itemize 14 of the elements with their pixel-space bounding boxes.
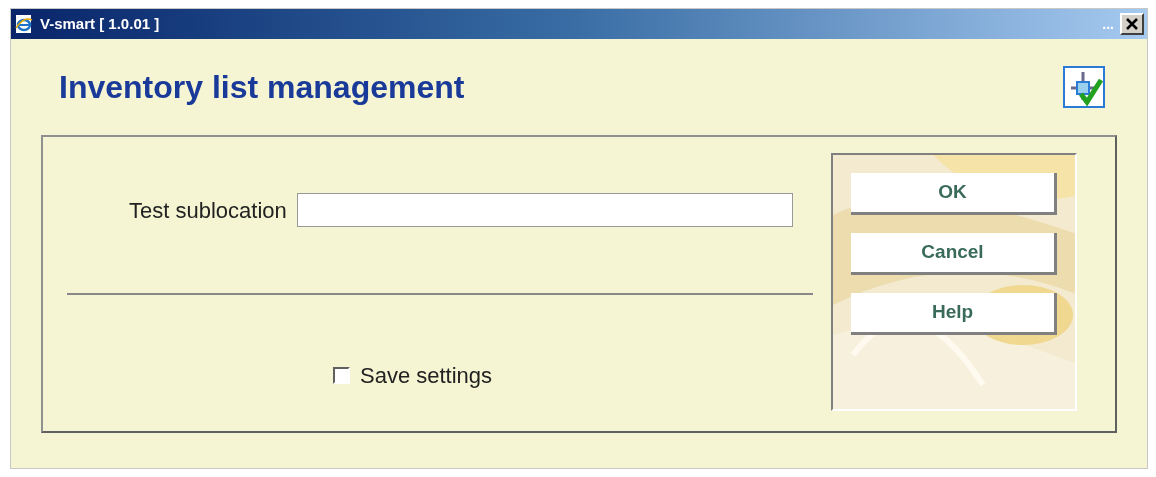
close-icon <box>1126 18 1138 30</box>
dialog-button[interactable]: Cancel <box>851 233 1057 275</box>
page-heading: Inventory list management <box>59 68 465 107</box>
move-check-icon[interactable] <box>1063 66 1105 108</box>
save-settings-checkbox[interactable] <box>333 367 350 384</box>
dialog-button[interactable]: Help <box>851 293 1057 335</box>
dialog-button[interactable]: OK <box>851 173 1057 215</box>
sublocation-input-field[interactable] <box>296 193 793 227</box>
browser-icon <box>14 14 34 34</box>
title-ellipsis: ... <box>1102 14 1114 34</box>
window-title: V-smart [ 1.0.01 ] <box>40 13 160 34</box>
field-label: Test sublocation <box>129 196 287 225</box>
save-settings-label: Save settings <box>360 362 493 390</box>
close-button[interactable] <box>1120 13 1144 35</box>
